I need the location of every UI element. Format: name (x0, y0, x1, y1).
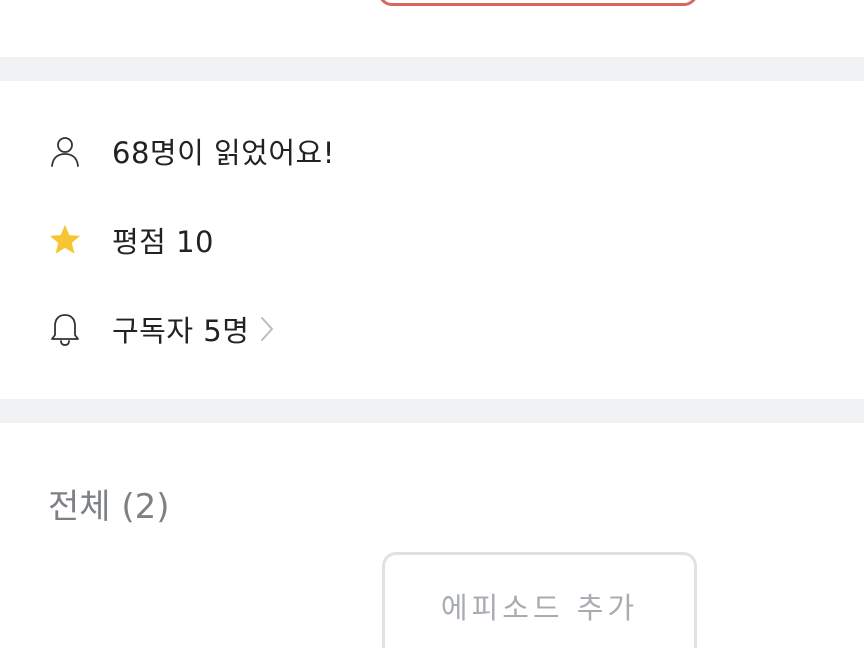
rating-row: 평점 10 (48, 220, 214, 260)
page: 68명이 읽었어요! 평점 10 구독자 5명 전체 (2) 에피소드 추가 (0, 0, 864, 648)
section-divider (0, 57, 864, 81)
top-area (0, 0, 864, 57)
readers-row: 68명이 읽었어요! (48, 131, 335, 171)
person-icon (48, 134, 82, 168)
subscribers-row[interactable]: 구독자 5명 (48, 309, 275, 349)
star-icon (48, 223, 82, 257)
bell-icon (48, 312, 82, 346)
section-divider (0, 399, 864, 423)
top-action-button[interactable] (378, 0, 698, 6)
episodes-count-title: 전체 (2) (48, 487, 170, 527)
rating-text: 평점 10 (112, 225, 214, 259)
chevron-right-icon (259, 315, 275, 343)
episodes-section: 전체 (2) 에피소드 추가 (0, 423, 864, 648)
add-episode-button[interactable]: 에피소드 추가 (382, 552, 697, 648)
stats-section: 68명이 읽었어요! 평점 10 구독자 5명 (0, 81, 864, 399)
subscribers-count-text: 구독자 5명 (112, 314, 250, 348)
readers-count-text: 68명이 읽었어요! (112, 136, 335, 170)
